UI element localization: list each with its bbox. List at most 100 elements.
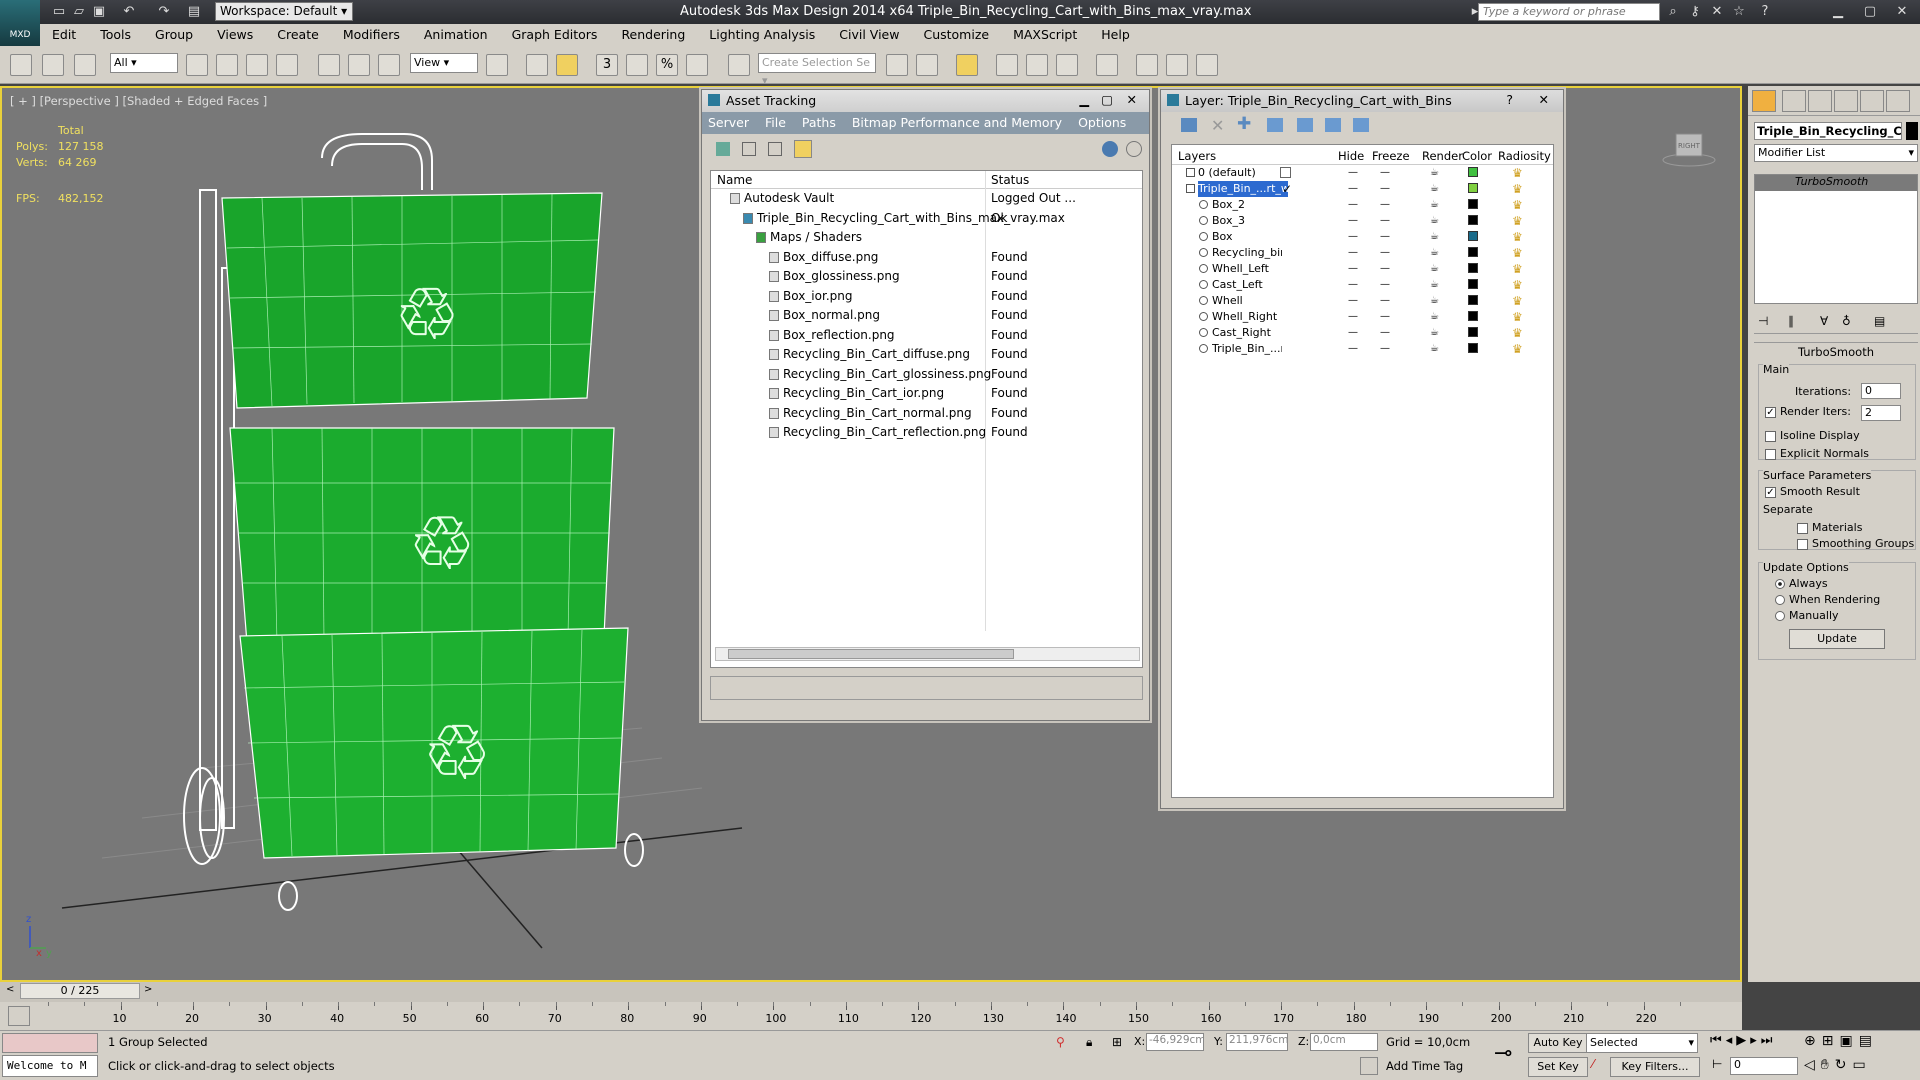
asset-row[interactable]: Recycling_Bin_Cart_ior.png Found xyxy=(711,384,1142,404)
isolate-icon[interactable]: ⚲ xyxy=(1056,1035,1065,1049)
render-iters-spinner[interactable]: 2 xyxy=(1861,405,1901,421)
create-tab-icon[interactable] xyxy=(1752,90,1776,112)
layer-color-swatch[interactable] xyxy=(1468,343,1478,353)
absolute-mode-icon[interactable]: ⊞ xyxy=(1112,1035,1122,1049)
render-teapot-icon[interactable]: ☕︎ xyxy=(1430,229,1439,245)
rotate-icon[interactable] xyxy=(348,54,370,76)
asset-menu-paths[interactable]: Paths xyxy=(802,115,836,130)
selection-filter-dropdown[interactable]: All ▾ xyxy=(110,53,178,73)
render-production-icon[interactable] xyxy=(1196,54,1218,76)
percent-snap-icon[interactable]: % xyxy=(656,54,678,76)
hide-toggle[interactable]: — xyxy=(1348,277,1358,293)
when-rendering-radio[interactable]: When Rendering xyxy=(1775,593,1880,606)
subscription-icon[interactable]: ⚷ xyxy=(1686,3,1704,21)
exchange-icon[interactable]: ✕ xyxy=(1708,3,1726,21)
freeze-toggle[interactable]: — xyxy=(1380,325,1390,341)
radiosity-icon[interactable]: ♛ xyxy=(1512,309,1523,325)
time-slider[interactable]: < 0 / 225 > xyxy=(0,982,1742,1002)
pan-icon[interactable]: ✋︎ xyxy=(1821,1057,1835,1073)
freeze-unfreeze-all-icon[interactable] xyxy=(1353,118,1369,132)
render-teapot-icon[interactable]: ☕︎ xyxy=(1430,293,1439,309)
asset-menu-server[interactable]: Server xyxy=(708,115,749,130)
column-name[interactable]: Name xyxy=(717,173,752,187)
add-time-tag[interactable]: Add Time Tag xyxy=(1386,1059,1463,1073)
favorites-icon[interactable]: ☆ xyxy=(1730,3,1748,21)
update-button[interactable]: Update xyxy=(1789,629,1885,649)
render-iters-checkbox[interactable]: ✓ Render Iters: xyxy=(1765,405,1851,418)
maxscript-listener[interactable]: Welcome to M xyxy=(2,1055,98,1077)
layer-row[interactable]: Box — — ☕︎ ♛ xyxy=(1172,229,1553,245)
modify-tab-icon[interactable] xyxy=(1782,90,1806,112)
current-frame-field[interactable]: 0 xyxy=(1730,1057,1798,1075)
track-bar[interactable]: 10 20 30 40 50 60 70 80 90 100 110 120 130 140 150 160 1… xyxy=(0,1002,1742,1030)
asset-row[interactable]: Recycling_Bin_Cart_glossiness.png Found xyxy=(711,365,1142,385)
layer-color-swatch[interactable] xyxy=(1468,231,1478,241)
layer-titlebar[interactable]: Layer: Triple_Bin_Recycling_Cart_with_Bi… xyxy=(1161,90,1563,112)
render-teapot-icon[interactable]: ☕︎ xyxy=(1430,277,1439,293)
object-color-swatch[interactable] xyxy=(1906,122,1918,140)
asset-row[interactable]: Recycling_Bin_Cart_reflection.png Found xyxy=(711,423,1142,443)
menu-help[interactable]: Help xyxy=(1089,24,1142,45)
freeze-toggle[interactable]: — xyxy=(1380,309,1390,325)
ref-coord-dropdown[interactable]: View ▾ xyxy=(410,53,478,73)
key-filters-button[interactable]: Key Filters... xyxy=(1610,1057,1700,1077)
workspace-dropdown[interactable]: Workspace: Default ▾ xyxy=(215,2,353,21)
key-selection-dropdown[interactable]: Selected ▾ xyxy=(1586,1033,1698,1053)
make-unique-icon[interactable]: ∀ xyxy=(1820,314,1828,328)
zoom-icon[interactable]: ⊕ xyxy=(1804,1033,1822,1049)
materials-checkbox[interactable]: Materials xyxy=(1797,521,1862,534)
render-teapot-icon[interactable]: ☕︎ xyxy=(1430,181,1439,197)
keyboard-shortcut-toggle-icon[interactable] xyxy=(556,54,578,76)
close-button[interactable]: ✕ xyxy=(1888,3,1916,21)
menu-maxscript[interactable]: MAXScript xyxy=(1001,24,1089,45)
modifier-list-dropdown[interactable]: Modifier List ▾ xyxy=(1754,144,1918,162)
render-teapot-icon[interactable]: ☕︎ xyxy=(1430,165,1439,181)
radiosity-icon[interactable]: ♛ xyxy=(1512,181,1523,197)
hide-toggle[interactable]: — xyxy=(1348,181,1358,197)
radiosity-icon[interactable]: ♛ xyxy=(1512,213,1523,229)
asset-menu-bitmap[interactable]: Bitmap Performance and Memory xyxy=(852,115,1062,130)
material-editor-icon[interactable] xyxy=(1096,54,1118,76)
layer-row[interactable]: 0 (default) — — ☕︎ ♛ xyxy=(1172,165,1553,181)
asset-row[interactable]: Box_normal.png Found xyxy=(711,306,1142,326)
layer-color-swatch[interactable] xyxy=(1468,199,1478,209)
render-teapot-icon[interactable]: ☕︎ xyxy=(1430,309,1439,325)
set-key-icon[interactable]: ⁄ xyxy=(1592,1057,1594,1071)
hide-toggle[interactable]: — xyxy=(1348,229,1358,245)
render-teapot-icon[interactable]: ☕︎ xyxy=(1430,245,1439,261)
asset-row[interactable]: Triple_Bin_Recycling_Cart_with_Bins_max_… xyxy=(711,209,1142,229)
render-teapot-icon[interactable]: ☕︎ xyxy=(1430,197,1439,213)
iterations-spinner[interactable]: 0 xyxy=(1861,383,1901,399)
radiosity-icon[interactable]: ♛ xyxy=(1512,325,1523,341)
asset-row[interactable]: Maps / Shaders xyxy=(711,228,1142,248)
menu-customize[interactable]: Customize xyxy=(911,24,1001,45)
menu-graph-editors[interactable]: Graph Editors xyxy=(500,24,610,45)
column-layers[interactable]: Layers xyxy=(1178,149,1216,163)
turbosmooth-rollout-header[interactable]: TurboSmooth xyxy=(1754,342,1918,360)
layer-color-swatch[interactable] xyxy=(1468,295,1478,305)
menu-tools[interactable]: Tools xyxy=(88,24,143,45)
column-status[interactable]: Status xyxy=(991,173,1029,187)
named-selection-dropdown[interactable]: Create Selection Se ▾ xyxy=(758,53,876,87)
asset-hscrollbar[interactable] xyxy=(715,647,1140,661)
asset-maximize-button[interactable]: ▢ xyxy=(1101,92,1113,107)
render-teapot-icon[interactable]: ☕︎ xyxy=(1430,341,1439,357)
radiosity-icon[interactable]: ♛ xyxy=(1512,245,1523,261)
remove-modifier-icon[interactable]: ♁ xyxy=(1842,314,1851,328)
refresh-icon[interactable] xyxy=(716,142,730,156)
menu-modifiers[interactable]: Modifiers xyxy=(331,24,412,45)
scale-icon[interactable] xyxy=(378,54,400,76)
next-frame-icon[interactable]: > xyxy=(144,984,154,998)
open-file-icon[interactable]: ▱ xyxy=(70,3,88,21)
next-frame-button-icon[interactable]: ▸ xyxy=(1750,1033,1761,1048)
spinner-snap-icon[interactable] xyxy=(686,54,708,76)
snaps-toggle-icon[interactable]: 3 xyxy=(596,54,618,76)
layer-color-swatch[interactable] xyxy=(1468,183,1478,193)
show-end-result-icon[interactable]: ∥ xyxy=(1788,314,1794,328)
prev-frame-icon[interactable]: < xyxy=(6,984,16,998)
manually-radio[interactable]: Manually xyxy=(1775,609,1839,622)
key-mode-toggle-icon[interactable]: ⊢ xyxy=(1712,1057,1722,1071)
layer-color-swatch[interactable] xyxy=(1468,279,1478,289)
column-hide[interactable]: Hide xyxy=(1338,149,1364,163)
go-to-start-icon[interactable]: ⏮ xyxy=(1710,1033,1726,1048)
